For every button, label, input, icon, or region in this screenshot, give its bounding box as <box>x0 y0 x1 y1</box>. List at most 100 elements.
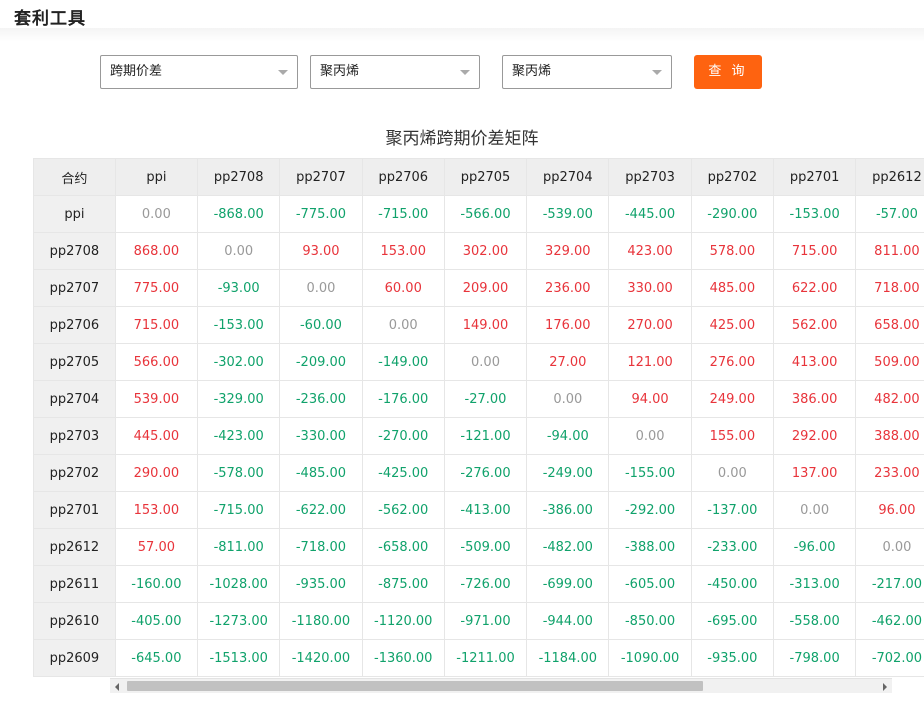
row-header: pp2708 <box>33 232 116 270</box>
table-cell: 137.00 <box>772 454 857 492</box>
table-cell: -605.00 <box>608 565 692 603</box>
row-header: ppi <box>33 195 116 233</box>
table-cell: -249.00 <box>526 454 610 492</box>
table-cell: -566.00 <box>443 195 528 233</box>
product2-select[interactable]: 聚丙烯 <box>502 55 672 89</box>
table-cell: 302.00 <box>443 232 528 270</box>
table-cell: 155.00 <box>690 417 775 455</box>
table-cell: 270.00 <box>608 306 692 344</box>
table-cell: -775.00 <box>279 195 363 233</box>
column-header: pp2701 <box>772 158 857 196</box>
table-cell: 423.00 <box>608 232 692 270</box>
row-header: pp2705 <box>33 343 116 381</box>
table-cell: 386.00 <box>772 380 857 418</box>
table-cell: -329.00 <box>197 380 281 418</box>
table-cell: -153.00 <box>197 306 281 344</box>
table-cell: -27.00 <box>443 380 528 418</box>
table-cell: -875.00 <box>361 565 445 603</box>
table-row: ppi 0.00 -868.00 -775.00 -715.00 -566.00 -539.… <box>33 195 924 233</box>
table-cell: -423.00 <box>197 417 281 455</box>
table-cell: 0.00 <box>608 417 692 455</box>
table-row: pp2610 -405.00 -1273.00 -1180.00 -1120.00 -97… <box>33 602 924 640</box>
table-cell: -1028.00 <box>197 565 281 603</box>
table-cell: 622.00 <box>772 269 857 307</box>
table-cell: 176.00 <box>526 306 610 344</box>
table-row: pp2703 445.00 -423.00 -330.00 -270.00 -121.00… <box>33 417 924 455</box>
table-cell: 562.00 <box>772 306 857 344</box>
page-title: 套利工具 <box>14 9 86 29</box>
table-cell: -330.00 <box>279 417 363 455</box>
table-cell: -726.00 <box>443 565 528 603</box>
table-cell: -290.00 <box>690 195 775 233</box>
table-cell: 718.00 <box>855 269 924 307</box>
matrix-table-container[interactable]: 合约 ppi pp2708 pp2707 pp2706 pp2705 pp2704 pp270… <box>33 158 924 678</box>
column-header: pp2706 <box>361 158 445 196</box>
scroll-left-icon[interactable] <box>115 683 119 691</box>
query-button[interactable]: 查 询 <box>694 55 762 89</box>
table-cell: -153.00 <box>772 195 857 233</box>
table-row: pp2707 775.00 -93.00 0.00 60.00 209.00 236.00 3… <box>33 269 924 307</box>
table-cell: 578.00 <box>690 232 775 270</box>
table-cell: 715.00 <box>114 306 199 344</box>
table-cell: 868.00 <box>114 232 199 270</box>
table-cell: -276.00 <box>443 454 528 492</box>
column-header: ppi <box>114 158 199 196</box>
table-cell: -935.00 <box>690 639 775 677</box>
row-header: pp2609 <box>33 639 116 677</box>
table-cell: -798.00 <box>772 639 857 677</box>
table-cell: -121.00 <box>443 417 528 455</box>
row-header: pp2706 <box>33 306 116 344</box>
table-cell: 0.00 <box>361 306 445 344</box>
chevron-down-icon <box>460 70 470 75</box>
table-cell: 329.00 <box>526 232 610 270</box>
table-cell: -702.00 <box>855 639 924 677</box>
table-cell: 276.00 <box>690 343 775 381</box>
table-cell: 292.00 <box>772 417 857 455</box>
table-cell: -1211.00 <box>443 639 528 677</box>
table-cell: 482.00 <box>855 380 924 418</box>
row-header: pp2612 <box>33 528 116 566</box>
table-cell: -292.00 <box>608 491 692 529</box>
product1-select[interactable]: 聚丙烯 <box>310 55 480 89</box>
table-cell: -658.00 <box>361 528 445 566</box>
table-cell: -1184.00 <box>526 639 610 677</box>
table-cell: -718.00 <box>279 528 363 566</box>
horizontal-scrollbar[interactable] <box>110 678 892 693</box>
table-cell: -413.00 <box>443 491 528 529</box>
column-header: pp2702 <box>690 158 775 196</box>
corner-header: 合约 <box>33 158 116 196</box>
table-cell: -93.00 <box>197 269 281 307</box>
table-cell: -149.00 <box>361 343 445 381</box>
row-header: pp2704 <box>33 380 116 418</box>
column-header: pp2703 <box>608 158 692 196</box>
scrollbar-thumb[interactable] <box>127 681 703 691</box>
table-cell: 0.00 <box>772 491 857 529</box>
table-cell: 775.00 <box>114 269 199 307</box>
table-cell: 153.00 <box>114 491 199 529</box>
header-shadow <box>0 28 924 42</box>
table-row: pp2708 868.00 0.00 93.00 153.00 302.00 329.00 4… <box>33 232 924 270</box>
table-row: pp2706 715.00 -153.00 -60.00 0.00 149.00 176.0… <box>33 306 924 344</box>
table-cell: -137.00 <box>690 491 775 529</box>
table-cell: -935.00 <box>279 565 363 603</box>
row-header: pp2702 <box>33 454 116 492</box>
table-cell: -509.00 <box>443 528 528 566</box>
table-cell: -562.00 <box>361 491 445 529</box>
table-row: pp2609 -645.00 -1513.00 -1420.00 -1360.00 -12… <box>33 639 924 677</box>
table-cell: -450.00 <box>690 565 775 603</box>
table-cell: -1513.00 <box>197 639 281 677</box>
table-cell: 57.00 <box>114 528 199 566</box>
table-cell: -1420.00 <box>279 639 363 677</box>
scroll-right-icon[interactable] <box>883 683 887 691</box>
table-cell: -811.00 <box>197 528 281 566</box>
table-cell: 0.00 <box>197 232 281 270</box>
table-cell: -94.00 <box>526 417 610 455</box>
table-cell: -645.00 <box>114 639 199 677</box>
table-cell: 93.00 <box>279 232 363 270</box>
spread-type-select[interactable]: 跨期价差 <box>100 55 298 89</box>
table-cell: 425.00 <box>690 306 775 344</box>
table-cell: 96.00 <box>855 491 924 529</box>
column-header: pp2704 <box>526 158 610 196</box>
table-cell: -715.00 <box>197 491 281 529</box>
table-cell: 153.00 <box>361 232 445 270</box>
